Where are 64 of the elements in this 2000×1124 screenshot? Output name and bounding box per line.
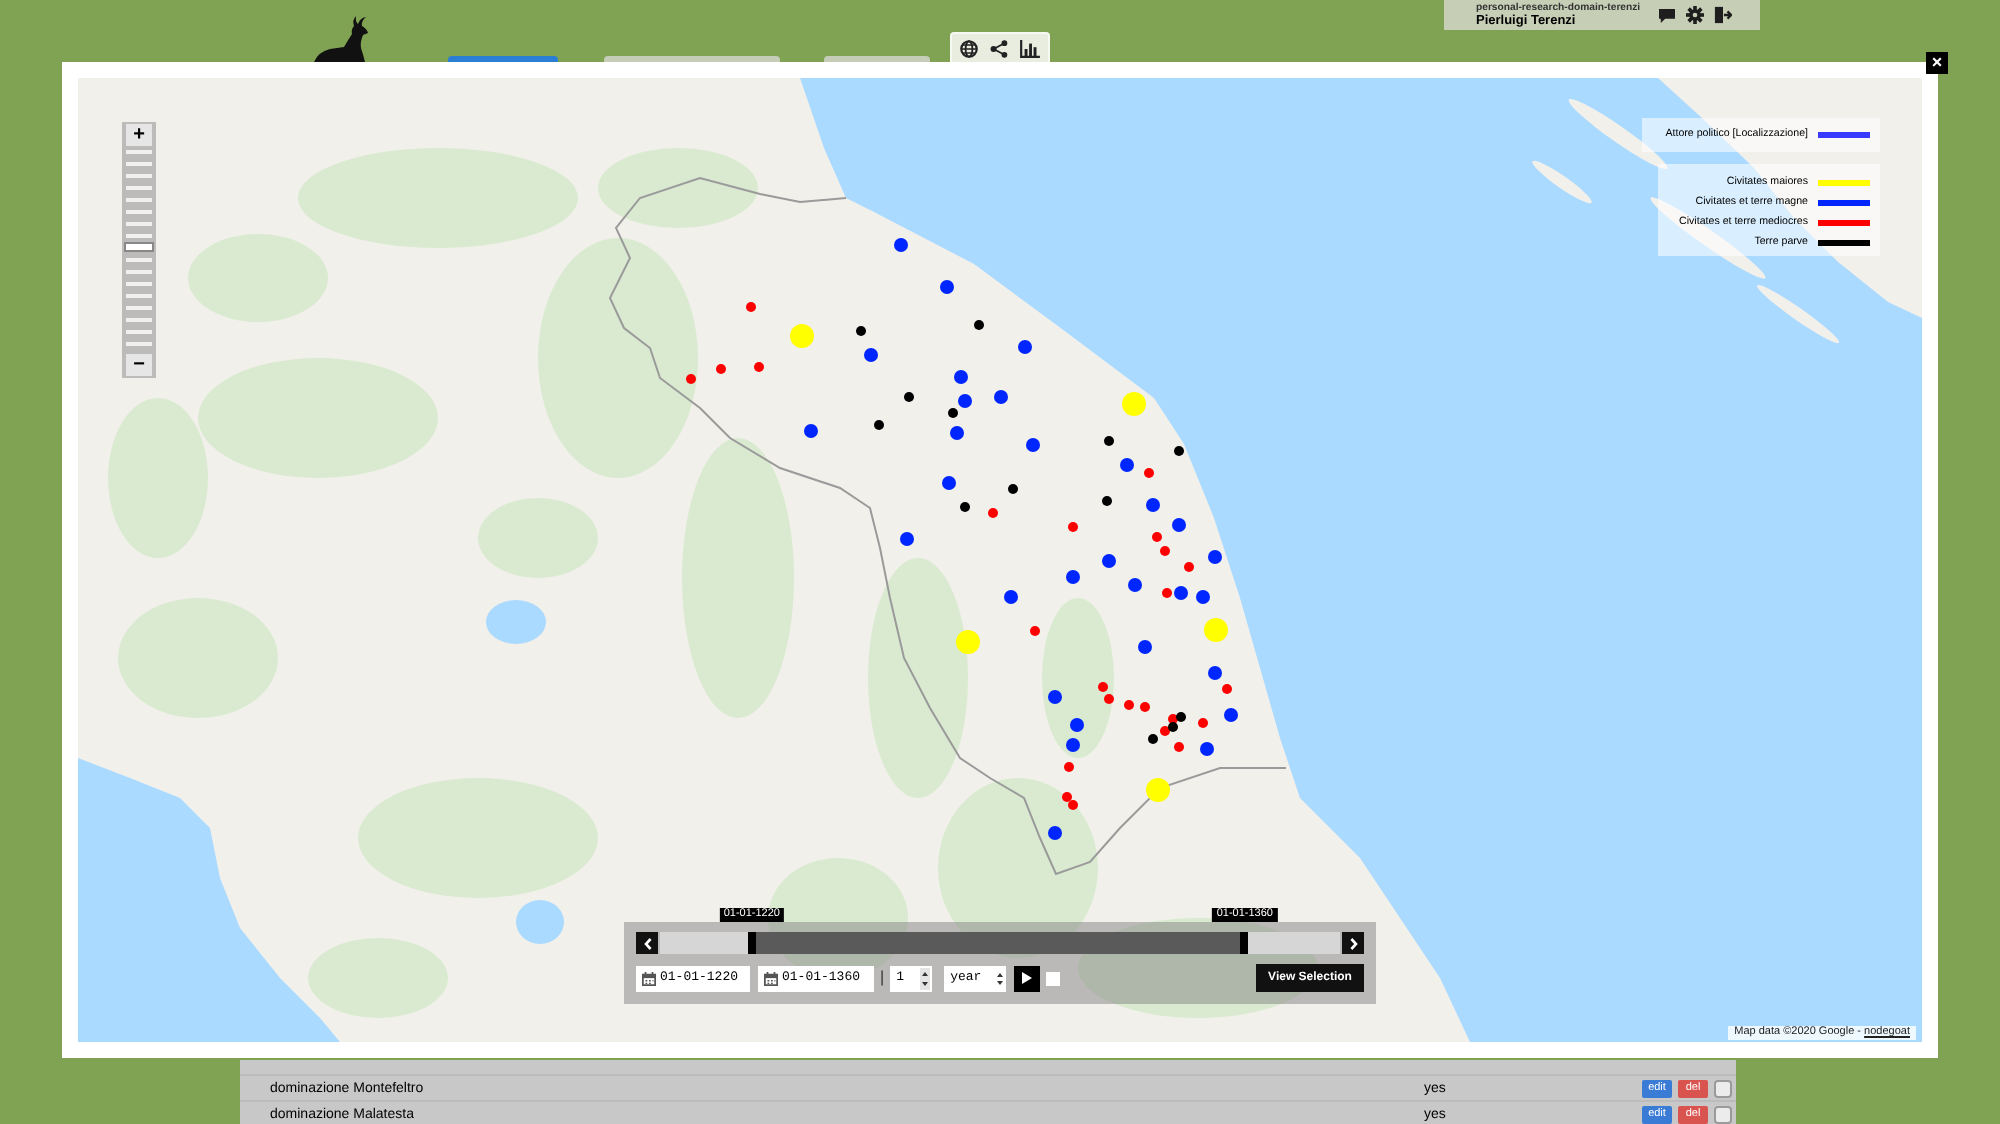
- map-dot-icon[interactable]: [1161, 587, 1171, 597]
- share-icon[interactable]: [990, 39, 1008, 57]
- chat-icon[interactable]: [1658, 7, 1676, 23]
- separator-text: |: [880, 968, 885, 988]
- map-dot-icon[interactable]: [753, 361, 763, 371]
- row-checkbox[interactable]: [1714, 1105, 1732, 1123]
- map-dot-icon[interactable]: [1221, 683, 1231, 693]
- next-button[interactable]: [1342, 932, 1364, 954]
- map-dot-icon[interactable]: [1067, 521, 1077, 531]
- map-dot-icon[interactable]: [1147, 733, 1157, 743]
- zoom-in-button[interactable]: +: [126, 124, 152, 146]
- map-dot-icon[interactable]: [1151, 531, 1161, 541]
- map-dot-icon[interactable]: [1139, 701, 1149, 711]
- close-button[interactable]: ×: [1926, 52, 1948, 74]
- map-dot-icon[interactable]: [1159, 725, 1169, 735]
- chevron-left-icon: [643, 937, 651, 949]
- map-dot-icon[interactable]: [1097, 681, 1107, 691]
- play-button[interactable]: [1014, 965, 1041, 991]
- map-dot-icon[interactable]: [1197, 717, 1207, 727]
- map-dot-icon[interactable]: [855, 325, 865, 335]
- map-dot-icon[interactable]: [1103, 435, 1113, 445]
- map-dot-icon[interactable]: [1159, 545, 1169, 555]
- goat-icon: [314, 14, 374, 62]
- map-dot-icon[interactable]: [1123, 699, 1133, 709]
- spinner-icon[interactable]: [920, 967, 931, 989]
- map-dot-icon[interactable]: [959, 501, 969, 511]
- play-icon: [1022, 972, 1033, 984]
- row-checkbox[interactable]: [1714, 1079, 1732, 1097]
- map-dot-icon[interactable]: [1029, 625, 1039, 635]
- map-dot-icon[interactable]: [1067, 799, 1077, 809]
- previous-button[interactable]: [636, 932, 658, 954]
- map-dot-icon[interactable]: [745, 301, 755, 311]
- map-dot-icon[interactable]: [685, 373, 695, 383]
- map-dot-icon[interactable]: [1143, 467, 1153, 477]
- settings-icon[interactable]: [1686, 6, 1704, 24]
- caret-icon: [996, 969, 1005, 987]
- chevron-right-icon: [1349, 937, 1357, 949]
- map-dot-icon[interactable]: [1061, 791, 1071, 801]
- map-dot-icon[interactable]: [903, 391, 913, 401]
- zoom-slider-thumb[interactable]: [126, 244, 152, 250]
- map-dot-icon[interactable]: [1173, 445, 1183, 455]
- logout-icon[interactable]: [1714, 6, 1732, 24]
- map-dot-icon[interactable]: [1167, 713, 1177, 723]
- map-dot-icon[interactable]: [1183, 561, 1193, 571]
- map-dot-icon[interactable]: [947, 407, 957, 417]
- map-dot-icon[interactable]: [1101, 495, 1111, 505]
- range-handle[interactable]: [1240, 932, 1249, 954]
- map-dot-icon[interactable]: [1173, 741, 1183, 751]
- map-dot-icon[interactable]: [973, 319, 983, 329]
- map-dot-icon[interactable]: [1103, 693, 1113, 703]
- map-dot-icon[interactable]: [1007, 483, 1017, 493]
- zoom-slider[interactable]: [126, 150, 152, 350]
- globe-icon[interactable]: [960, 39, 978, 57]
- map-dot-icon[interactable]: [1175, 711, 1185, 721]
- map-dot-icon[interactable]: [873, 419, 883, 429]
- map-dot-icon[interactable]: [1063, 761, 1073, 771]
- map-dot-icon[interactable]: [1167, 721, 1177, 731]
- map-dot-icon[interactable]: [987, 507, 997, 517]
- map-dot-icon[interactable]: [715, 363, 725, 373]
- calendar-icon: [764, 971, 778, 985]
- calendar-icon: [642, 971, 656, 985]
- zoom-out-button[interactable]: −: [126, 354, 152, 376]
- bar-chart-icon[interactable]: [1020, 39, 1040, 57]
- range-handle[interactable]: [747, 932, 756, 954]
